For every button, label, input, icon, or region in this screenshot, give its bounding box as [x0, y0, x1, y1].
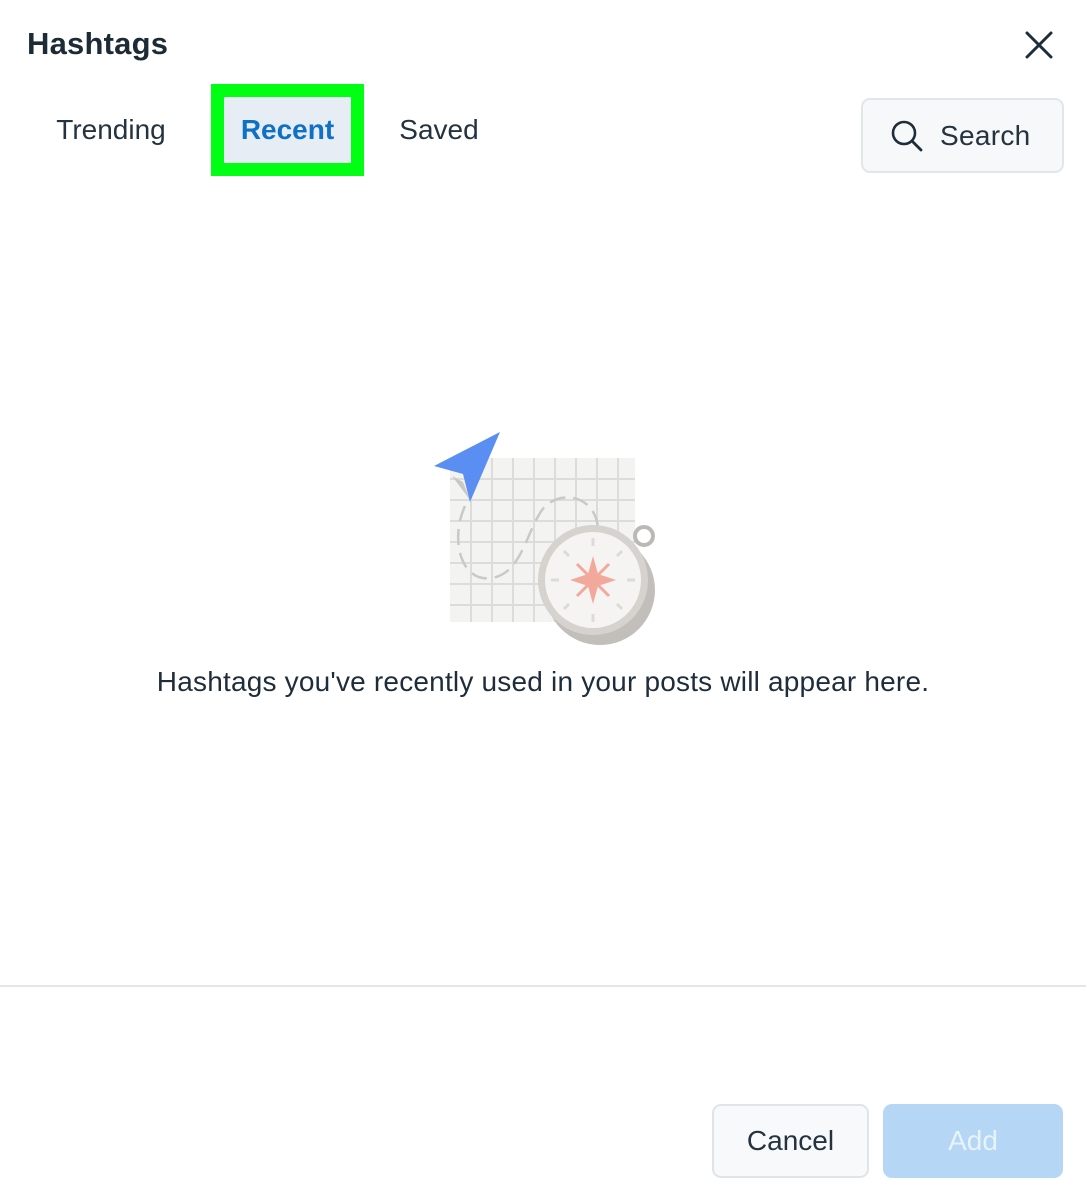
search-icon — [891, 120, 923, 151]
close-icon — [1025, 31, 1053, 59]
footer-divider — [0, 985, 1086, 987]
map-compass-illustration — [434, 432, 655, 645]
tab-saved[interactable]: Saved — [380, 84, 498, 176]
tab-recent[interactable]: Recent — [211, 84, 364, 176]
hashtags-dialog: Hashtags Trending Recent Saved Search Ha… — [0, 0, 1086, 1186]
tab-recent-label: Recent — [240, 114, 335, 145]
cancel-button-label: Cancel — [746, 1125, 835, 1156]
close-button[interactable] — [1018, 24, 1060, 66]
tab-trending[interactable]: Trending — [36, 84, 186, 176]
add-button[interactable]: Add — [883, 1104, 1063, 1178]
search-button-label: Search — [940, 119, 1031, 151]
dialog-title: Hashtags — [27, 26, 169, 61]
tab-trending-label: Trending — [56, 114, 166, 145]
tab-saved-label: Saved — [399, 114, 479, 145]
tab-recent-selected-highlight: Recent — [224, 97, 351, 163]
cancel-button[interactable]: Cancel — [712, 1104, 869, 1178]
tab-bar: Trending Recent Saved — [0, 84, 600, 176]
add-button-label: Add — [948, 1125, 998, 1156]
empty-state-message: Hashtags you've recently used in your po… — [156, 666, 930, 697]
search-button[interactable]: Search — [861, 98, 1064, 173]
